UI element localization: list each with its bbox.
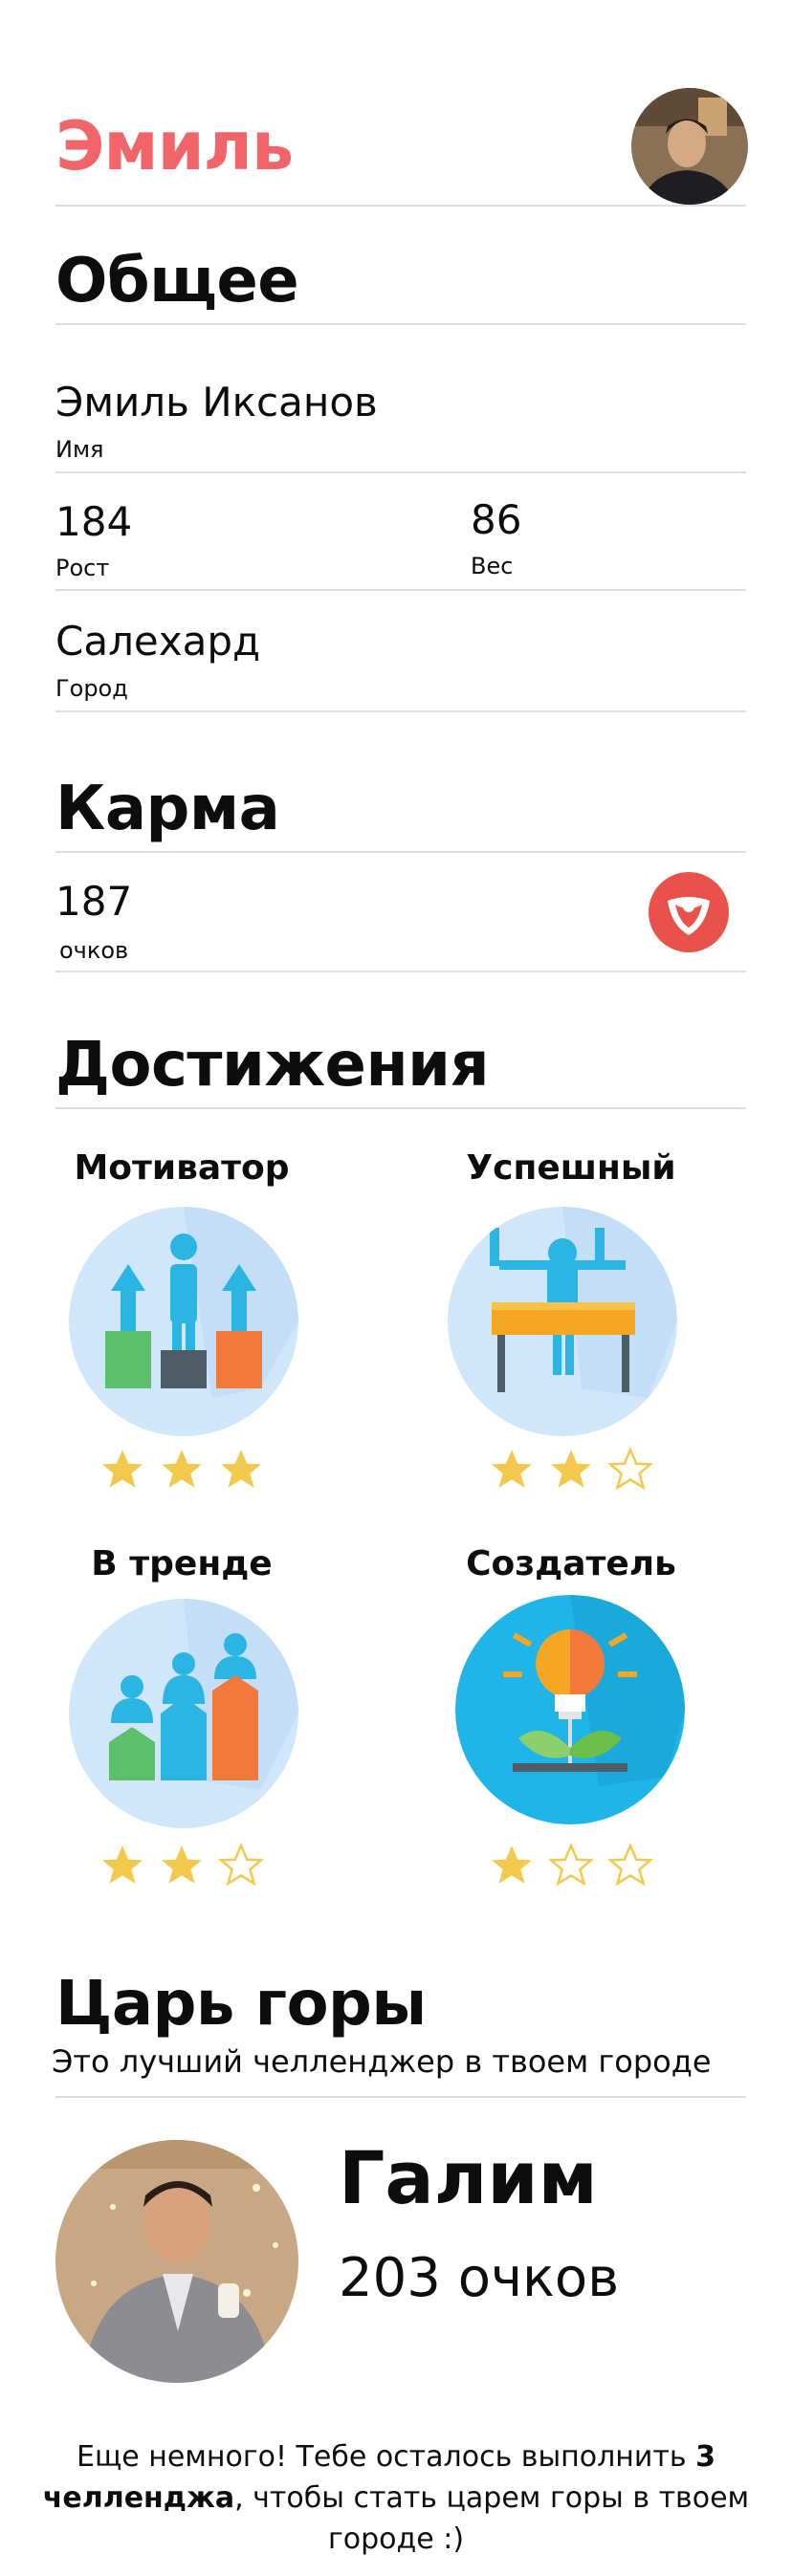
user-name: Эмиль (55, 107, 294, 186)
star-filled-icon (547, 1446, 595, 1494)
stars-trending (38, 1842, 325, 1889)
achievement-title-successful: Успешный (466, 1148, 676, 1188)
star-filled-icon (217, 1446, 265, 1494)
star-empty-icon (547, 1842, 595, 1889)
trending-icon[interactable] (69, 1599, 298, 1828)
weight-value: 86 (471, 496, 522, 543)
star-filled-icon (488, 1842, 536, 1889)
king-title: Царь горы (55, 1969, 427, 2040)
star-filled-icon (99, 1842, 146, 1889)
karma-value: 187 (55, 878, 133, 925)
motivator-icon[interactable] (69, 1207, 298, 1436)
star-filled-icon (158, 1446, 206, 1494)
star-filled-icon (99, 1446, 146, 1494)
star-empty-icon (217, 1842, 265, 1889)
achievements-title: Достижения (55, 1030, 490, 1101)
height-label: Рост (55, 555, 110, 581)
king-score: 203 очков (339, 2247, 620, 2309)
king-subtitle: Это лучший челленджер в твоем городе (52, 2043, 712, 2080)
stars-creator (428, 1842, 715, 1889)
general-title: Общее (55, 246, 299, 317)
name-value: Эмиль Иксанов (55, 379, 378, 426)
achievement-title-motivator: Мотиватор (74, 1148, 290, 1188)
weight-label: Вес (471, 553, 514, 579)
footer-message: Еще немного! Тебе осталось выполнить 3 ч… (38, 2436, 754, 2560)
stars-successful (428, 1446, 715, 1494)
star-empty-icon (606, 1446, 654, 1494)
stars-motivator (38, 1446, 325, 1494)
karma-logo-icon (649, 872, 729, 952)
king-name: Галим (339, 2135, 598, 2220)
karma-label: очков (59, 937, 129, 964)
footer-text-after: , чтобы стать царем горы в твоем городе … (234, 2481, 750, 2556)
name-label: Имя (55, 436, 104, 463)
city-value: Салехард (55, 618, 261, 665)
height-value: 184 (55, 498, 133, 545)
city-label: Город (55, 675, 128, 702)
star-empty-icon (606, 1842, 654, 1889)
achievement-title-creator: Создатель (466, 1544, 676, 1583)
footer-text-before: Еще немного! Тебе осталось выполнить (77, 2440, 696, 2474)
achievement-title-trending: В тренде (91, 1544, 273, 1583)
creator-icon[interactable] (455, 1595, 685, 1824)
successful-icon[interactable] (448, 1207, 677, 1436)
star-filled-icon (488, 1446, 536, 1494)
star-filled-icon (158, 1842, 206, 1889)
karma-title: Карма (55, 774, 280, 844)
king-avatar[interactable] (55, 2140, 298, 2383)
avatar[interactable] (631, 88, 748, 205)
